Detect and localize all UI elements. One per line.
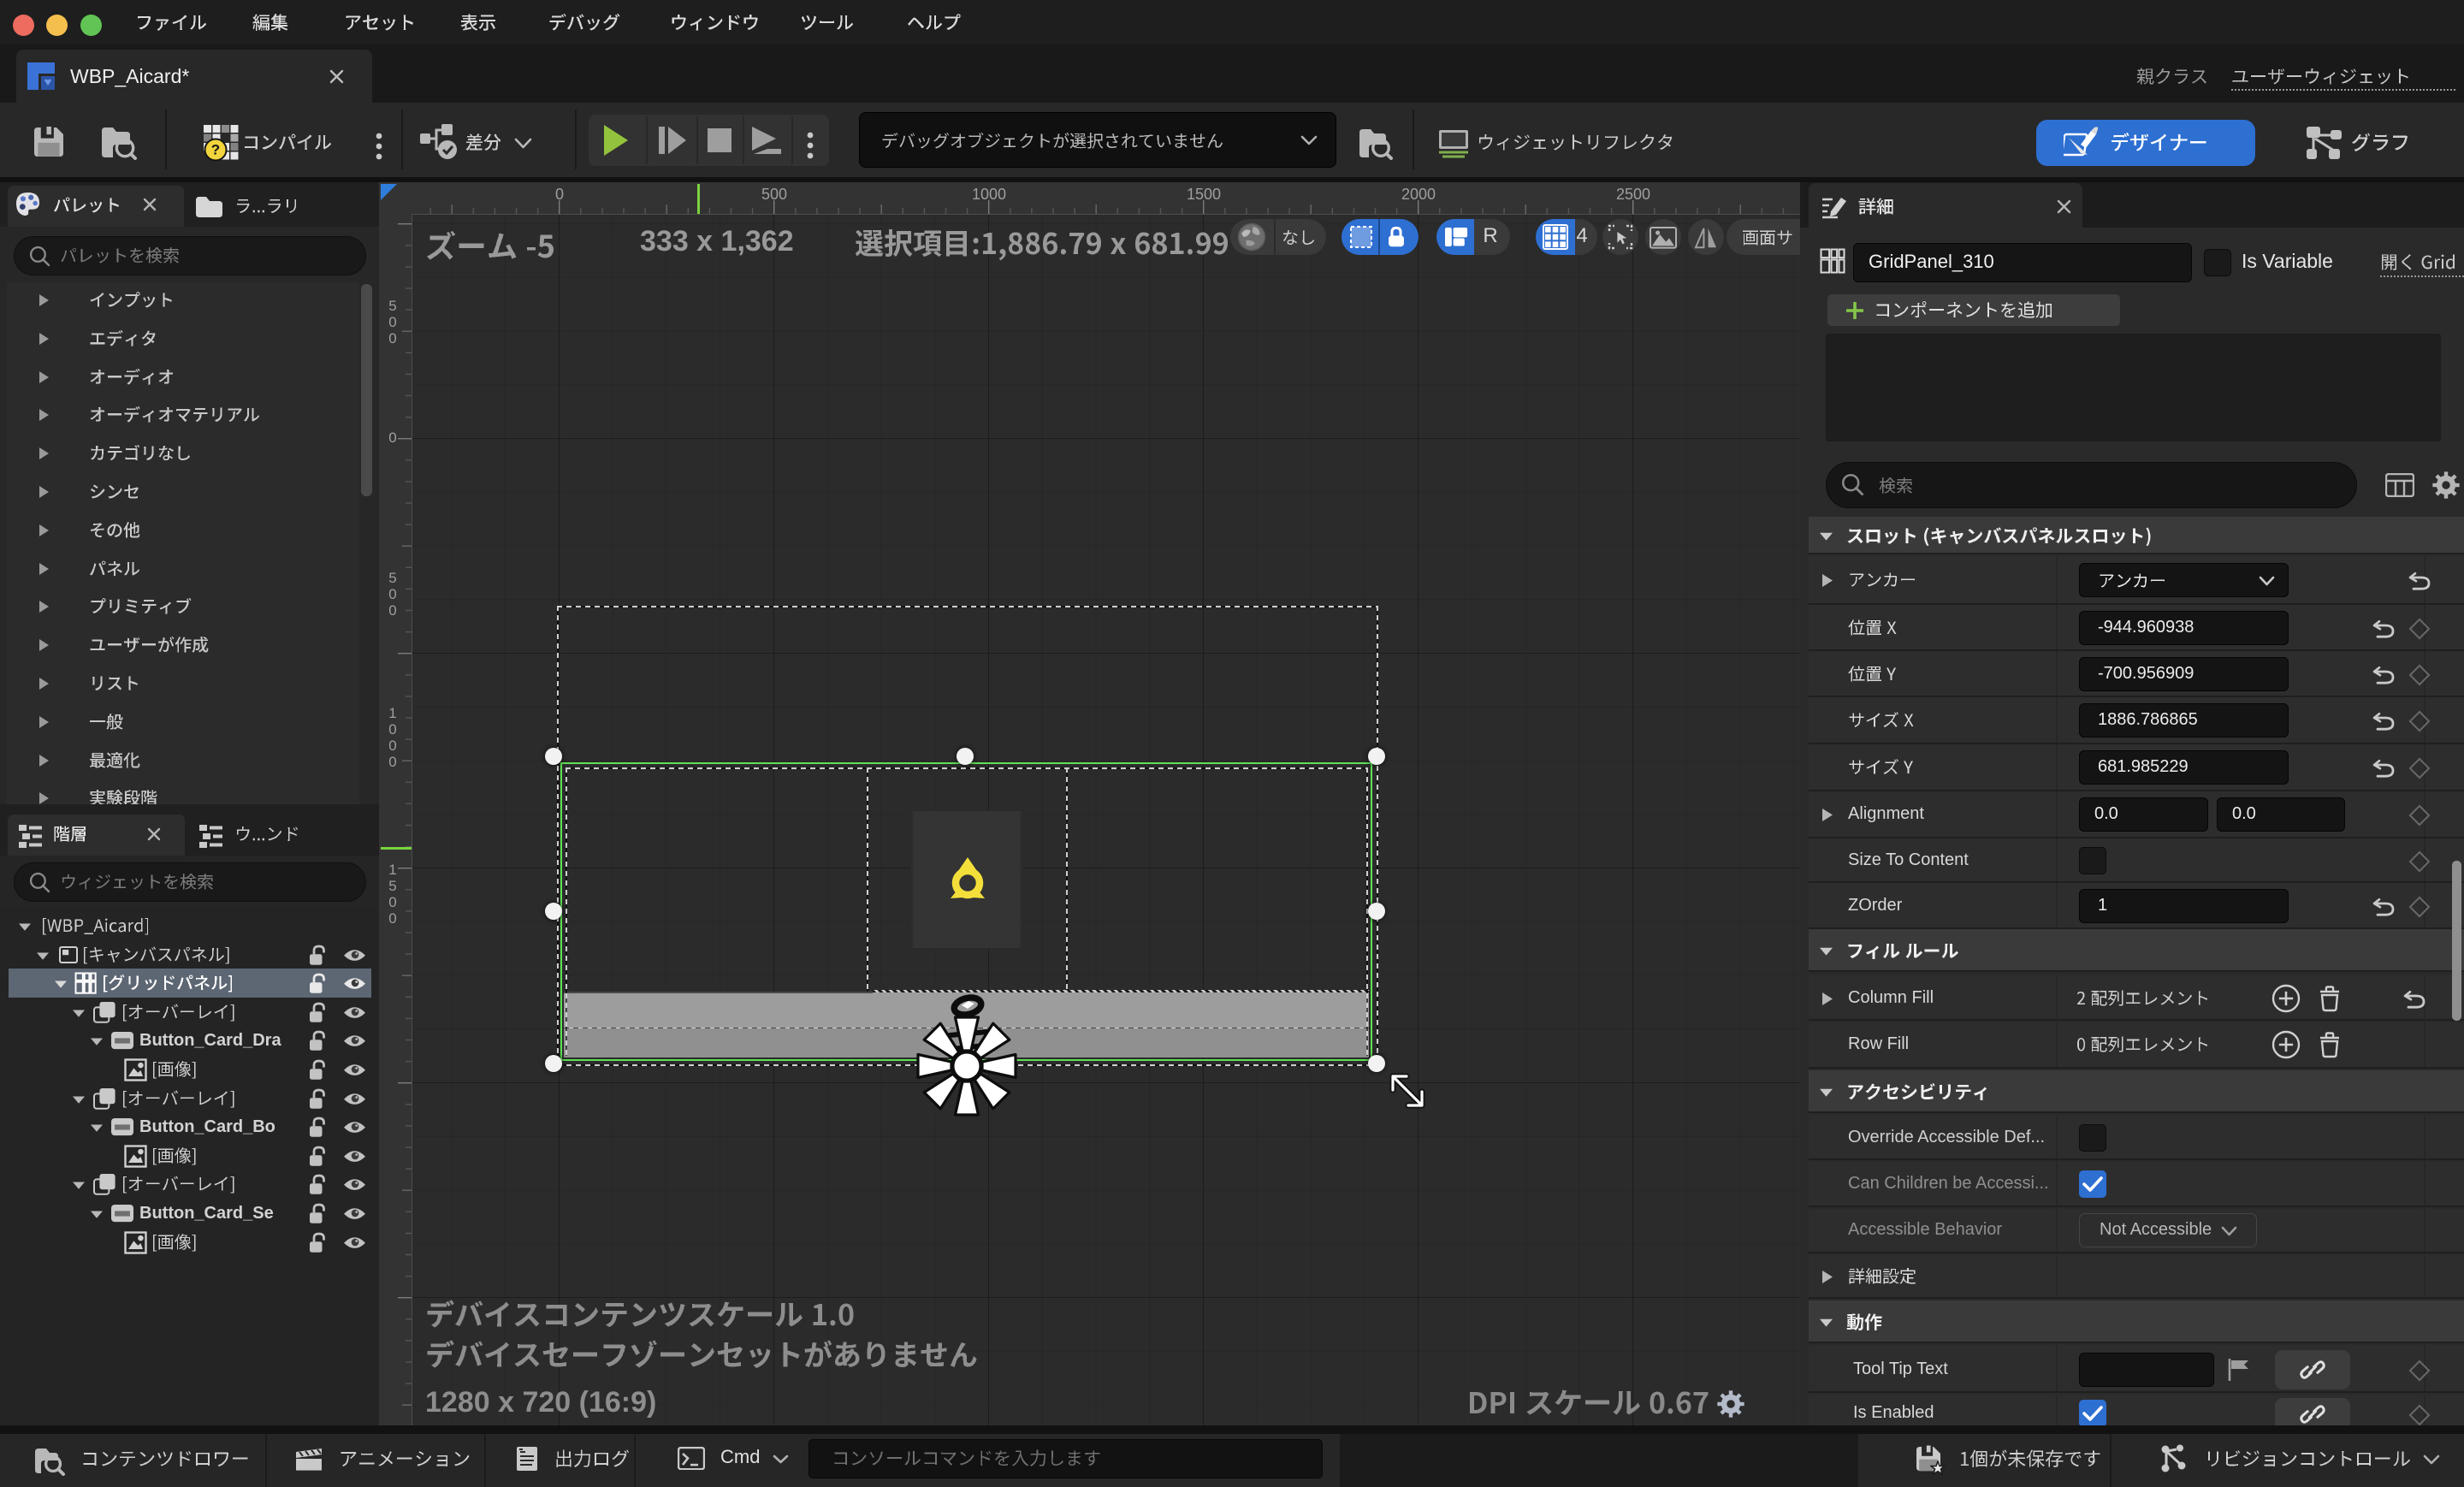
svg-text:?: ? xyxy=(211,142,220,158)
